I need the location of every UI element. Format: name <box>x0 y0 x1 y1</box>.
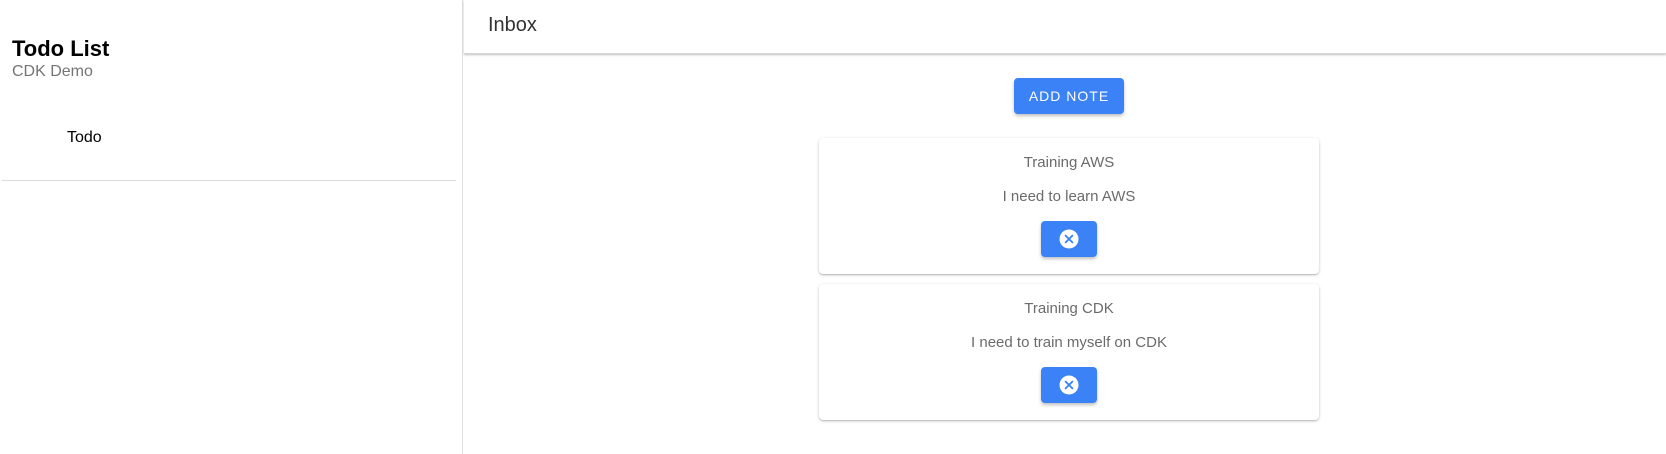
note-description: I need to train myself on CDK <box>971 334 1167 351</box>
delete-note-button[interactable] <box>1041 221 1097 257</box>
note-title: Training CDK <box>1024 300 1114 317</box>
sidebar-nav: Todo <box>2 110 456 181</box>
delete-note-button[interactable] <box>1041 367 1097 403</box>
note-card: Training AWS I need to learn AWS <box>819 138 1319 274</box>
app-subtitle: CDK Demo <box>12 63 93 80</box>
page-title: Inbox <box>488 14 537 36</box>
note-card: Training CDK I need to train myself on C… <box>819 284 1319 420</box>
close-circle-icon <box>1059 375 1079 395</box>
app-root: Todo List CDK Demo Todo Inbox ADD NOTE T… <box>0 0 1666 454</box>
close-circle-icon <box>1059 229 1079 249</box>
top-app-bar: Inbox <box>464 0 1666 54</box>
add-note-button[interactable]: ADD NOTE <box>1014 78 1124 114</box>
sidebar-header: Todo List CDK Demo <box>12 36 109 82</box>
sidebar-item-label: Todo <box>67 129 102 146</box>
app-title: Todo List <box>12 36 110 61</box>
sidebar: Todo List CDK Demo Todo <box>0 0 463 454</box>
sidebar-item-todo[interactable]: Todo <box>2 122 456 156</box>
note-title: Training AWS <box>1023 154 1115 171</box>
note-description: I need to learn AWS <box>1002 188 1136 205</box>
